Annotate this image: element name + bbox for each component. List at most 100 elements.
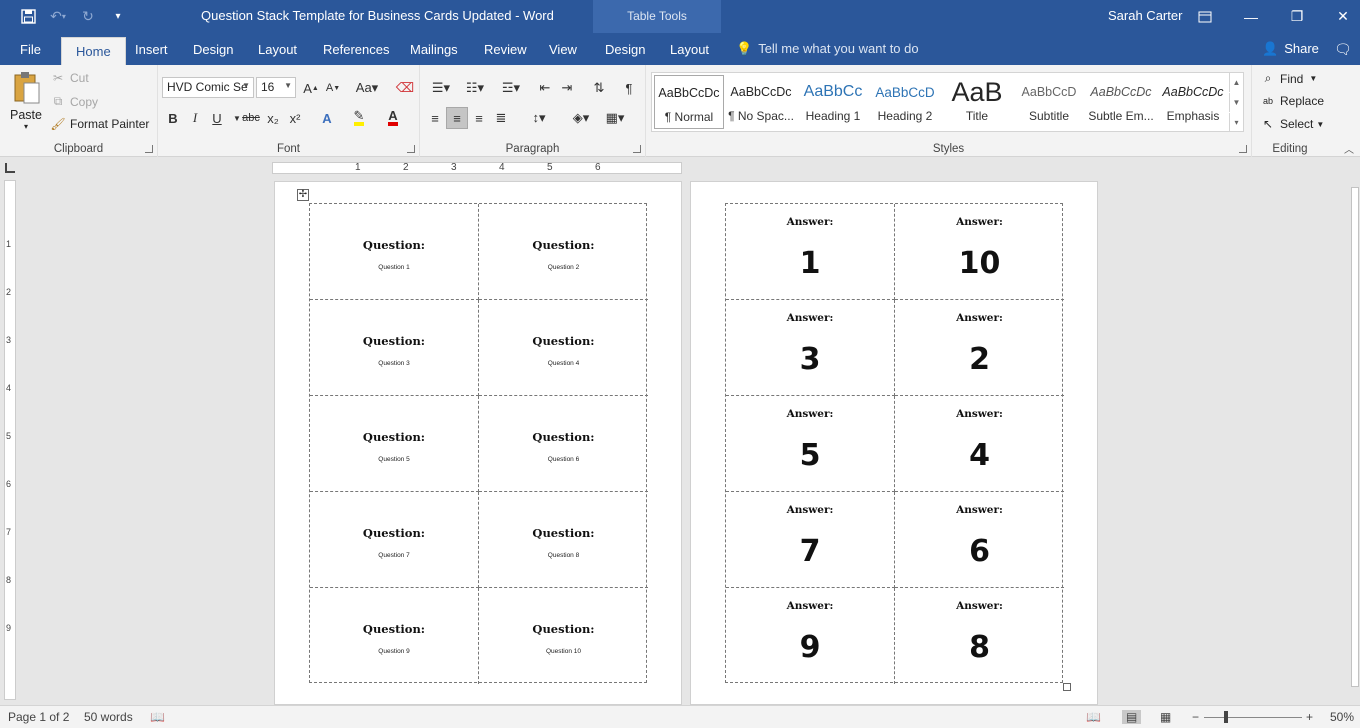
clear-formatting-icon[interactable]: ⌫: [394, 77, 416, 99]
align-left-icon[interactable]: ≡: [424, 107, 446, 129]
tab-selector-icon[interactable]: [5, 163, 15, 173]
italic-button[interactable]: I: [184, 107, 206, 129]
question-card[interactable]: Question: Question 9: [310, 588, 479, 684]
page-count[interactable]: Page 1 of 2: [8, 710, 69, 724]
answer-card[interactable]: Answer: 6: [895, 492, 1064, 588]
answer-card[interactable]: Answer: 3: [726, 300, 895, 396]
font-launcher-icon[interactable]: [407, 145, 415, 153]
question-card[interactable]: Question: Question 6: [479, 396, 648, 492]
collapse-ribbon-icon[interactable]: ︿: [1344, 141, 1354, 156]
cut-button[interactable]: ✂ Cut: [50, 71, 89, 85]
format-painter-button[interactable]: 🖌 Format Painter: [50, 117, 149, 131]
align-center-icon[interactable]: ≡: [446, 107, 468, 129]
question-card[interactable]: Question: Question 2: [479, 204, 648, 300]
find-button[interactable]: ⌕ Find ▼: [1260, 71, 1318, 86]
restore-icon[interactable]: ❐: [1274, 0, 1320, 33]
customize-qat-icon[interactable]: ▾: [103, 0, 133, 33]
clipboard-launcher-icon[interactable]: [145, 145, 153, 153]
font-color-icon[interactable]: A: [382, 107, 404, 129]
tab-table-layout[interactable]: Layout: [670, 33, 709, 65]
zoom-slider-thumb[interactable]: [1224, 711, 1228, 723]
zoom-slider[interactable]: [1204, 717, 1302, 718]
question-card[interactable]: Question: Question 4: [479, 300, 648, 396]
superscript-button[interactable]: x²: [284, 107, 306, 129]
highlight-icon[interactable]: ✎: [348, 107, 370, 129]
answer-card[interactable]: Answer: 1: [726, 204, 895, 300]
close-icon[interactable]: ✕: [1320, 0, 1360, 33]
font-name-box[interactable]: HVD Comic Se ▼: [162, 77, 254, 98]
decrease-indent-icon[interactable]: ⇤: [534, 77, 556, 99]
tab-insert[interactable]: Insert: [135, 33, 168, 65]
tab-references[interactable]: References: [323, 33, 389, 65]
word-count[interactable]: 50 words: [84, 710, 133, 724]
tab-review[interactable]: Review: [484, 33, 527, 65]
question-card[interactable]: Question: Question 1: [310, 204, 479, 300]
style-no-spacing[interactable]: AaBbCcDc ¶ No Spac...: [726, 75, 796, 129]
page-answers[interactable]: Answer: 1 Answer: 10 Answer: 3 Answer: 2 Answer:…: [690, 181, 1098, 705]
scrollbar-thumb[interactable]: [1351, 187, 1359, 687]
zoom-level[interactable]: 50%: [1330, 710, 1354, 724]
shrink-font-icon[interactable]: A ▼: [322, 77, 344, 99]
question-card[interactable]: Question: Question 10: [479, 588, 648, 684]
multilevel-list-icon[interactable]: ☲▾: [496, 77, 526, 99]
horizontal-ruler[interactable]: 1 2 3 4 5 6: [272, 162, 682, 174]
vertical-scrollbar[interactable]: [1350, 157, 1360, 705]
style-heading-1[interactable]: AaBbCc Heading 1: [798, 75, 868, 129]
tab-table-design[interactable]: Design: [605, 33, 645, 65]
minimize-icon[interactable]: —: [1228, 0, 1274, 33]
style-heading-2[interactable]: AaBbCcD Heading 2: [870, 75, 940, 129]
style-subtitle[interactable]: AaBbCcD Subtitle: [1014, 75, 1084, 129]
zoom-in-icon[interactable]: +: [1306, 710, 1313, 724]
tell-me-box[interactable]: 💡 Tell me what you want to do: [736, 41, 919, 57]
tab-home[interactable]: Home: [61, 37, 126, 65]
replace-button[interactable]: ab Replace: [1260, 94, 1324, 108]
borders-icon[interactable]: ▦▾: [600, 107, 630, 129]
tab-view[interactable]: View: [549, 33, 577, 65]
redo-icon[interactable]: ↻: [73, 0, 103, 33]
question-card[interactable]: Question: Question 3: [310, 300, 479, 396]
answer-card[interactable]: Answer: 5: [726, 396, 895, 492]
answer-card[interactable]: Answer: 2: [895, 300, 1064, 396]
grow-font-icon[interactable]: A ▲: [300, 77, 322, 99]
question-card-table[interactable]: Question: Question 1 Question: Question 2 Qu…: [309, 203, 648, 684]
style-normal[interactable]: AaBbCcDc ¶ Normal: [654, 75, 724, 129]
user-name[interactable]: Sarah Carter: [1108, 8, 1182, 23]
table-move-handle-icon[interactable]: ✢: [297, 189, 309, 201]
strikethrough-button[interactable]: abc: [240, 107, 262, 129]
copy-button[interactable]: ⧉ Copy: [50, 94, 98, 109]
answer-card[interactable]: Answer: 8: [895, 588, 1064, 684]
font-size-box[interactable]: 16 ▼: [256, 77, 296, 98]
print-layout-icon[interactable]: ▤: [1122, 710, 1142, 724]
paste-button[interactable]: Paste ▾: [8, 71, 44, 131]
bold-button[interactable]: B: [162, 107, 184, 129]
answer-card[interactable]: Answer: 9: [726, 588, 895, 684]
bullets-icon[interactable]: ☰▾: [426, 77, 456, 99]
gallery-scroll-up-icon[interactable]: ▲: [1229, 73, 1243, 92]
align-right-icon[interactable]: ≡: [468, 107, 490, 129]
text-effects-icon[interactable]: A: [316, 107, 338, 129]
style-title[interactable]: AaB Title: [942, 75, 1012, 129]
style-subtle-emphasis[interactable]: AaBbCcDc Subtle Em...: [1086, 75, 1156, 129]
vertical-ruler[interactable]: 1 2 3 4 5 6 7 8 9: [4, 180, 16, 700]
tab-design[interactable]: Design: [193, 33, 233, 65]
share-button[interactable]: 👤 Share: [1262, 41, 1319, 57]
question-card[interactable]: Question: Question 8: [479, 492, 648, 588]
show-formatting-icon[interactable]: ¶: [618, 77, 640, 99]
question-card[interactable]: Question: Question 7: [310, 492, 479, 588]
styles-launcher-icon[interactable]: [1239, 145, 1247, 153]
gallery-scroll-down-icon[interactable]: ▼: [1229, 93, 1243, 112]
numbering-icon[interactable]: ☷▾: [460, 77, 490, 99]
table-resize-handle-icon[interactable]: [1063, 683, 1071, 691]
undo-icon[interactable]: ↶ ▾: [43, 0, 73, 33]
read-mode-icon[interactable]: 📖: [1086, 710, 1101, 724]
web-layout-icon[interactable]: ▦: [1160, 710, 1171, 724]
sort-icon[interactable]: ⇅: [588, 77, 610, 99]
comments-icon[interactable]: 🗨: [1334, 41, 1352, 58]
line-spacing-icon[interactable]: ↕▾: [524, 107, 554, 129]
tab-file[interactable]: File: [20, 33, 41, 65]
answer-card[interactable]: Answer: 10: [895, 204, 1064, 300]
gallery-more-icon[interactable]: ▾: [1229, 113, 1243, 132]
tab-layout[interactable]: Layout: [258, 33, 297, 65]
proofing-icon[interactable]: 📖: [150, 710, 165, 724]
zoom-out-icon[interactable]: −: [1192, 710, 1199, 724]
